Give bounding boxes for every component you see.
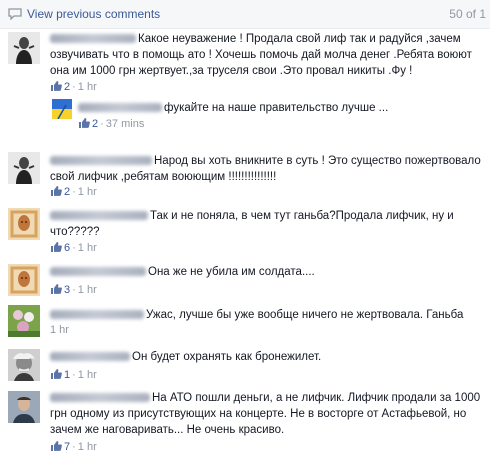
like-icon[interactable]: [50, 185, 62, 196]
comment-time[interactable]: 1 hr: [50, 324, 69, 336]
avatar[interactable]: [8, 32, 40, 64]
avatar[interactable]: [8, 349, 40, 381]
like-icon[interactable]: [50, 241, 62, 252]
comment-meta: 1 · 1 hr: [50, 368, 97, 381]
comment-time[interactable]: 1 hr: [78, 186, 97, 198]
comment-meta: 3 · 1 hr: [50, 283, 97, 296]
like-count[interactable]: 3: [64, 284, 70, 296]
like-count[interactable]: 2: [64, 81, 70, 93]
commenter-name[interactable]: [50, 310, 144, 320]
comment-time[interactable]: 1 hr: [78, 441, 97, 453]
view-previous-comments-link[interactable]: View previous comments: [27, 7, 160, 21]
like-icon[interactable]: [50, 283, 62, 294]
commenter-name[interactable]: [50, 393, 150, 403]
comment-meta: 2 · 1 hr: [50, 80, 97, 93]
avatar[interactable]: [8, 152, 40, 184]
like-count[interactable]: 7: [64, 441, 70, 453]
comment-time[interactable]: 1 hr: [78, 242, 97, 254]
comment-count: 50 of 1: [449, 7, 486, 21]
comment-meta: 2 · 1 hr: [50, 185, 97, 198]
like-count[interactable]: 2: [64, 186, 70, 198]
commenter-name[interactable]: [50, 267, 146, 277]
comment-bubble-icon: [8, 8, 22, 20]
reply-item: фукайте на наше правительство лучше ... …: [0, 95, 490, 133]
comments-header: View previous comments 50 of 1: [0, 0, 490, 29]
comment-item: Какое неуважение ! Продала свой лиф так …: [0, 30, 490, 94]
like-count[interactable]: 6: [64, 242, 70, 254]
avatar[interactable]: [8, 305, 40, 337]
avatar[interactable]: [8, 264, 40, 296]
comment-meta: 1 hr: [50, 324, 69, 336]
like-icon[interactable]: [78, 117, 90, 128]
comment-item: Он будет охранять как бронежилет. 1 · 1 hr: [0, 347, 490, 383]
avatar[interactable]: [8, 391, 40, 423]
avatar[interactable]: [52, 99, 72, 119]
comment-time[interactable]: 37 mins: [106, 118, 145, 130]
like-icon[interactable]: [50, 440, 62, 451]
like-icon[interactable]: [50, 80, 62, 91]
comment-item: Ужас, лучше бы уже вообще ничего не жерт…: [0, 305, 490, 341]
commenter-name[interactable]: [50, 211, 148, 221]
commenter-name[interactable]: [50, 34, 136, 44]
like-count[interactable]: 2: [92, 118, 98, 130]
comment-time[interactable]: 1 hr: [78, 369, 97, 381]
comment-meta: 6 · 1 hr: [50, 241, 97, 254]
comment-meta: 7 · 1 hr: [50, 440, 97, 453]
like-icon[interactable]: [50, 368, 62, 379]
commenter-name[interactable]: [50, 352, 130, 362]
like-count[interactable]: 1: [64, 369, 70, 381]
comment-item: Она же не убила им солдата.... 3 · 1 hr: [0, 262, 490, 298]
commenter-name[interactable]: [78, 103, 162, 113]
comment-text: Он будет охранять как бронежилет.: [132, 351, 322, 363]
avatar[interactable]: [8, 208, 40, 240]
comment-item: Так и не поняла, в чем тут ганьба?Продал…: [0, 206, 490, 258]
commenter-name[interactable]: [50, 156, 152, 166]
comment-text: Она же не убила им солдата....: [148, 266, 315, 278]
comment-text: Ужас, лучше бы уже вообще ничего не жерт…: [146, 309, 464, 321]
comment-time[interactable]: 1 hr: [78, 284, 97, 296]
comment-item: Народ вы хоть вникните в суть ! Это суще…: [0, 150, 490, 200]
comment-item: На АТО пошли деньги, а не лифчик. Лифчик…: [0, 389, 490, 459]
reply-text: фукайте на наше правительство лучше ...: [164, 102, 389, 114]
reply-meta: 2 · 37 mins: [78, 117, 144, 130]
comment-time[interactable]: 1 hr: [78, 81, 97, 93]
